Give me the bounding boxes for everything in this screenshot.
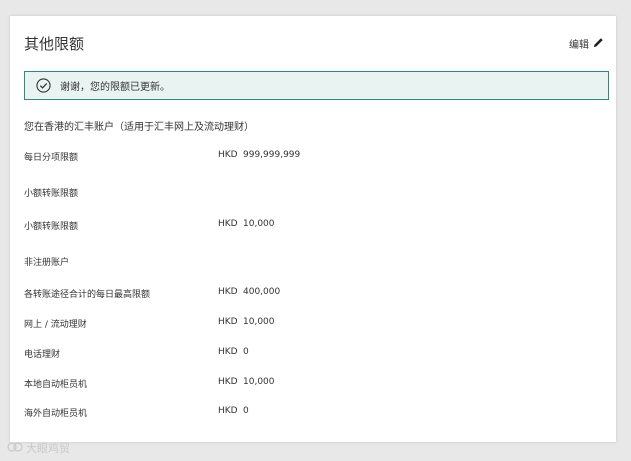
- limit-label: 小额转账限额: [24, 222, 79, 232]
- check-circle-icon: [36, 78, 51, 93]
- section-heading-unregistered: 非注册账户: [24, 258, 70, 268]
- watermark-text: 大眼鸡贸: [26, 442, 70, 455]
- page-title: 其他限额: [24, 35, 85, 53]
- limit-currency: HKD: [218, 219, 238, 229]
- limit-label: 网上 / 流动理财: [24, 320, 87, 330]
- watermark: 大眼鸡贸: [7, 440, 70, 456]
- limit-value: 10,000: [243, 317, 275, 327]
- edit-button[interactable]: 编辑: [569, 36, 604, 51]
- edit-label: 编辑: [569, 40, 589, 51]
- limit-value: 400,000: [243, 287, 281, 297]
- pencil-icon: [593, 37, 604, 51]
- limit-value: 10,000: [243, 219, 275, 229]
- limit-currency: HKD: [218, 287, 238, 297]
- limit-label: 海外自动柜员机: [24, 409, 88, 419]
- limit-currency: HKD: [218, 347, 238, 357]
- success-message: 谢谢，您的限额已更新。: [60, 82, 170, 93]
- limit-value: 0: [243, 347, 249, 357]
- section-heading-small-transfer: 小额转账限额: [24, 189, 79, 199]
- success-banner: 谢谢，您的限额已更新。: [24, 71, 609, 100]
- limit-currency: HKD: [218, 377, 238, 387]
- watermark-logo-icon: [7, 441, 23, 456]
- limit-label: 各转账途径合计的每日最高限额: [24, 290, 151, 300]
- other-limits-card: 其他限额 编辑 谢谢，您的限额已更新。 您在香港的汇丰账户（适用于汇丰网上及流动…: [10, 16, 616, 442]
- limit-value: 999,999,999: [243, 150, 301, 160]
- account-heading: 您在香港的汇丰账户（适用于汇丰网上及流动理财）: [24, 122, 254, 133]
- limit-value: 0: [243, 406, 249, 416]
- limit-label: 电话理财: [24, 350, 61, 360]
- limit-currency: HKD: [218, 317, 238, 327]
- limit-label: 本地自动柜员机: [24, 380, 88, 390]
- limit-value: 10,000: [243, 377, 275, 387]
- limit-currency: HKD: [218, 406, 238, 416]
- limit-label: 每日分项限额: [24, 153, 79, 163]
- limit-currency: HKD: [218, 150, 238, 160]
